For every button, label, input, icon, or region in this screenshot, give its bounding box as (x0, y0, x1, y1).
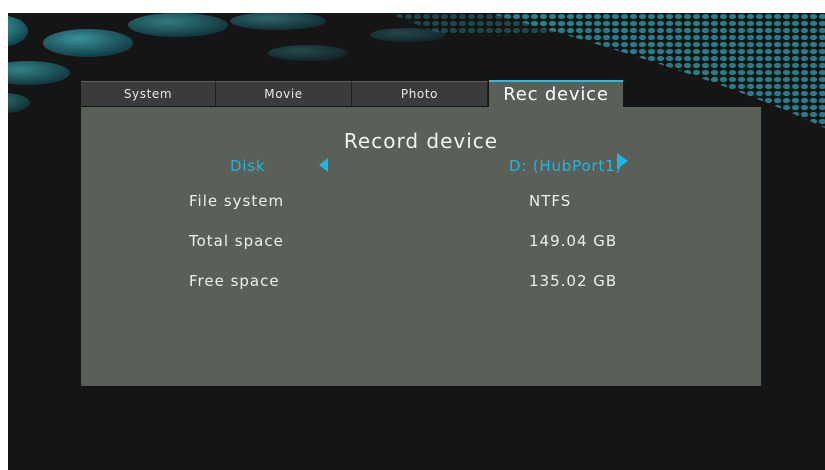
tab-rec-device-label: Rec device (503, 84, 609, 105)
device-type-value: Disk (230, 157, 266, 175)
device-name-value: D: (HubPort1) (509, 157, 623, 175)
free-space-label: Free space (189, 272, 280, 290)
arrow-right-icon[interactable] (617, 153, 628, 169)
tab-movie-label: Movie (264, 87, 303, 101)
panel-title: Record device (343, 129, 499, 153)
tab-photo[interactable]: Photo (352, 81, 488, 106)
file-system-value: NTFS (529, 192, 572, 210)
total-space-value: 149.04 GB (529, 232, 618, 250)
tab-rec-device[interactable]: Rec device (489, 80, 623, 107)
total-space-label: Total space (189, 232, 284, 250)
tab-system[interactable]: System (81, 81, 216, 106)
free-space-value: 135.02 GB (529, 272, 618, 290)
tab-photo-label: Photo (400, 87, 439, 101)
tab-movie[interactable]: Movie (216, 81, 352, 106)
rec-device-panel: Record device Disk D: (HubPort1) File sy… (81, 107, 761, 386)
file-system-label: File system (189, 192, 285, 210)
tv-screen: System Movie Photo Rec device Record dev… (8, 13, 825, 470)
tab-system-label: System (123, 87, 173, 101)
arrow-left-icon[interactable] (319, 158, 328, 172)
